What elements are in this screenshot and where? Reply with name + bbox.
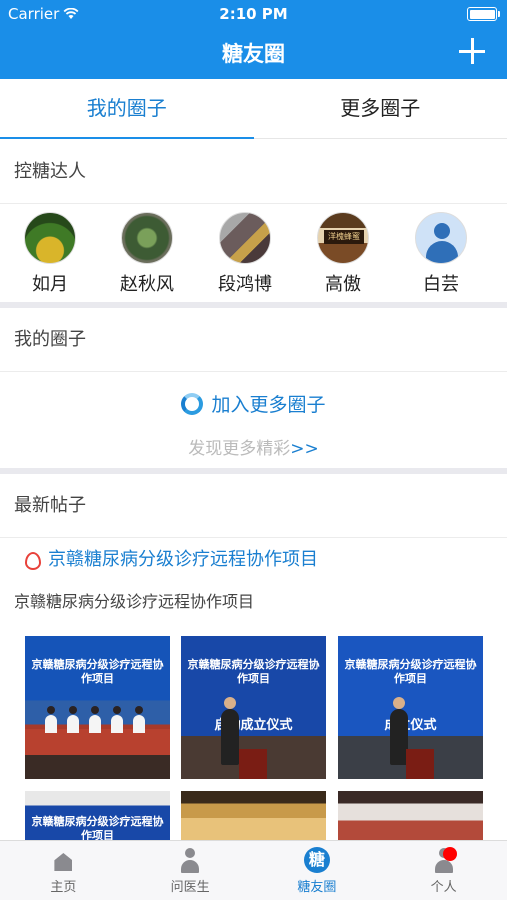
- bottom-tab-label: 糖友圈: [297, 880, 337, 895]
- avatar: 洋槐蜂蜜: [317, 212, 369, 264]
- experts-section-title: 控糖达人: [0, 140, 507, 204]
- bottom-tab-label: 个人: [430, 880, 457, 895]
- top-bar: Carrier 2:10 PM 糖友圈: [0, 0, 507, 79]
- post-photo[interactable]: 京赣糖尿病分级诊疗远程协作项目: [25, 636, 170, 779]
- aperture-icon: [181, 392, 204, 415]
- tab-bar: 我的圈子 更多圈子: [0, 79, 507, 139]
- avatar-text: 洋槐蜂蜜: [324, 230, 364, 244]
- tab-more-circles[interactable]: 更多圈子: [254, 79, 507, 138]
- bottom-tab-ask-doctor[interactable]: 问医生: [127, 841, 254, 900]
- bottom-tab-personal[interactable]: 个人: [380, 841, 507, 900]
- post-photo[interactable]: [181, 791, 326, 840]
- expert-item[interactable]: 白芸: [401, 212, 481, 296]
- doctor-icon: [177, 847, 203, 873]
- page-title: 糖友圈: [222, 42, 285, 66]
- photo-banner-text: 京赣糖尿病分级诊疗远程协作项目: [31, 815, 164, 840]
- chevron-double-right-icon: >>: [290, 439, 319, 459]
- avatar: [121, 212, 173, 264]
- expert-name: 赵秋风: [120, 274, 174, 295]
- post-body: 京赣糖尿病分级诊疗远程协作项目: [14, 592, 255, 611]
- join-label: 加入更多圈子: [211, 394, 326, 416]
- avatar: [415, 212, 467, 264]
- post-photo[interactable]: 京赣糖尿病分级诊疗远程协作项目 成立仪式: [338, 636, 483, 779]
- bottom-tab-label: 问医生: [170, 880, 210, 895]
- expert-name: 段鸿博: [218, 274, 272, 295]
- bottom-tab-sugar-circle[interactable]: 糖 糖友圈: [254, 841, 381, 900]
- experts-list: 如月 赵秋风 段鸿博 洋槐蜂蜜 高傲 白芸: [0, 204, 507, 302]
- bottom-tab-label: 主页: [50, 880, 77, 895]
- my-circles-section-title: 我的圈子: [0, 308, 507, 372]
- join-more-circles-button[interactable]: 加入更多圈子: [0, 390, 507, 417]
- expert-item[interactable]: 如月: [10, 212, 90, 296]
- post-photo[interactable]: [338, 791, 483, 840]
- latest-posts-section-title: 最新帖子: [0, 474, 507, 538]
- expert-name: 如月: [32, 274, 68, 295]
- expert-item[interactable]: 赵秋风: [107, 212, 187, 296]
- app-screen: Carrier 2:10 PM 糖友圈 我的圈子 更多圈子 控糖达人 如月 赵秋…: [0, 0, 507, 900]
- discover-label: 发现更多精彩: [188, 439, 291, 459]
- expert-name: 高傲: [325, 274, 361, 295]
- photo-caption: 启动成立仪式: [214, 718, 293, 733]
- post-photo[interactable]: 京赣糖尿病分级诊疗远程协作项目 启动成立仪式: [181, 636, 326, 779]
- post-title-row[interactable]: 京赣糖尿病分级诊疗远程协作项目: [0, 538, 507, 578]
- join-circles-block: 加入更多圈子 发现更多精彩>>: [0, 372, 507, 468]
- fire-icon: [24, 549, 41, 570]
- discover-more-link[interactable]: 发现更多精彩>>: [0, 434, 507, 459]
- photo-caption: 成立仪式: [384, 718, 437, 733]
- status-bar: Carrier 2:10 PM: [0, 0, 507, 28]
- photo-banner-text: 京赣糖尿病分级诊疗远程协作项目: [187, 658, 320, 685]
- bottom-tab-bar: 主页 问医生 糖 糖友圈 个人: [0, 840, 507, 900]
- post-photo[interactable]: 京赣糖尿病分级诊疗远程协作项目: [25, 791, 170, 840]
- photo-banner-text: 京赣糖尿病分级诊疗远程协作项目: [344, 658, 477, 685]
- expert-item[interactable]: 洋槐蜂蜜 高傲: [303, 212, 383, 296]
- home-icon: [50, 847, 76, 873]
- post-title: 京赣糖尿病分级诊疗远程协作项目: [48, 549, 318, 570]
- bottom-tab-home[interactable]: 主页: [0, 841, 127, 900]
- clock: 2:10 PM: [219, 5, 288, 23]
- photo-banner-text: 京赣糖尿病分级诊疗远程协作项目: [31, 658, 164, 685]
- expert-name: 白芸: [423, 274, 459, 295]
- avatar: [24, 212, 76, 264]
- tab-my-circles[interactable]: 我的圈子: [0, 79, 254, 139]
- expert-item[interactable]: 段鸿博: [205, 212, 285, 296]
- battery-icon: [467, 7, 500, 21]
- avatar: [219, 212, 271, 264]
- add-button[interactable]: [459, 38, 485, 64]
- sugar-circle-icon: 糖: [303, 847, 330, 873]
